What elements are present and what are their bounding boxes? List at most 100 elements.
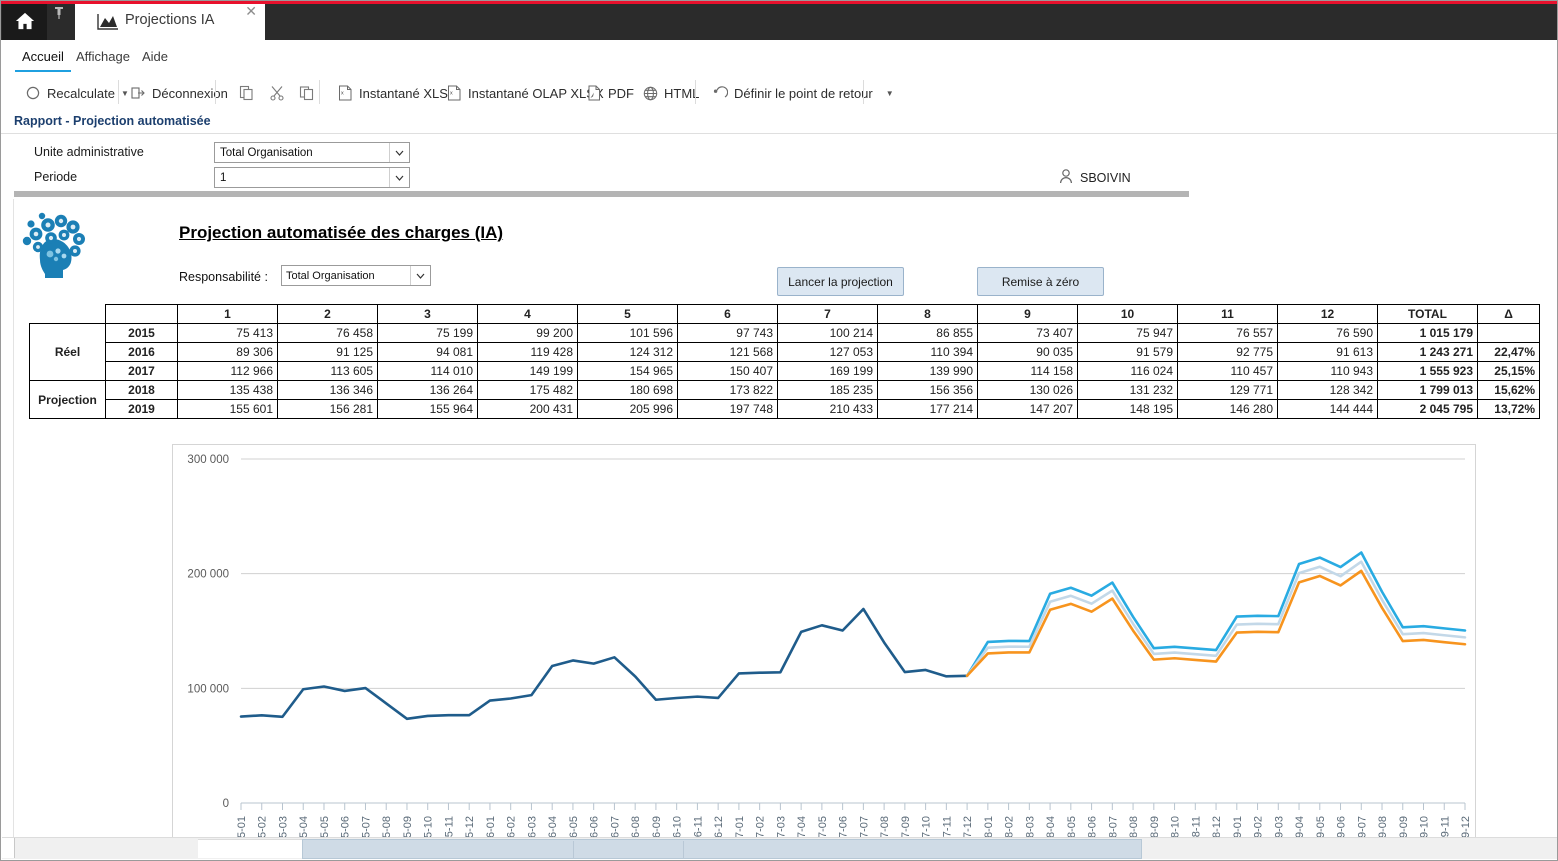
x-axis-label: 2016-07 [609,816,621,839]
col-header-total: TOTAL [1377,304,1478,324]
ai-brain-logo [15,208,97,280]
x-axis-label: 2019-04 [1294,816,1306,839]
ribbon-menu-bar: Accueil Affichage Aide [1,40,1557,74]
menu-affichage[interactable]: Affichage [69,45,137,70]
document-tab[interactable]: Projections IA ✕ [75,2,265,40]
cell-2016-m2: 91 125 [277,342,378,362]
user-indicator[interactable]: SBOIVIN [1059,169,1131,187]
x-axis-label: 2015-05 [319,816,331,839]
col-header-5: 5 [577,304,678,324]
cell-2018-total: 1 799 013 [1377,380,1478,400]
chart-canvas: 0 100 000 200 000 300 000 2015-01 2015-02 2015… [187,454,1472,839]
x-axis-label: 2019-01 [1232,816,1244,839]
x-axis-label: 2018-01 [983,816,995,839]
x-axis-label: 2019-08 [1377,816,1389,839]
refresh-circle-icon [25,85,41,101]
application-window: Projections IA ✕ Accueil Affichage Aide … [0,0,1558,861]
y-axis-label: 100 000 [187,683,229,695]
responsabilite-value: Total Organisation [286,269,375,282]
chevron-down-icon[interactable] [389,143,409,162]
cell-2018-m11: 129 771 [1177,380,1278,400]
cell-2018-m6: 173 822 [677,380,778,400]
scrollbar-track-left[interactable] [198,839,302,858]
panel-divider [14,191,1189,197]
x-axis-label: 2017-01 [734,816,746,839]
pin-icon[interactable] [51,5,67,21]
chevron-down-icon[interactable] [389,168,409,187]
x-axis-label: 2018-06 [1087,816,1099,839]
cell-2018-delta: 15,62% [1477,380,1540,400]
x-axis-label: 2018-11 [1190,816,1202,839]
cell-2016-delta: 22,47% [1477,342,1540,362]
x-axis-label: 2016-06 [589,816,601,839]
cell-2017-m8: 139 990 [877,361,978,381]
cell-2015-m7: 100 214 [777,323,878,343]
col-header-δ: Δ [1477,304,1540,324]
x-axis-label: 2017-09 [900,816,912,839]
copy-button[interactable] [287,77,327,109]
globe-icon [642,85,658,101]
close-icon[interactable]: ✕ [245,4,257,18]
user-name: SBOIVIN [1080,171,1131,185]
home-button[interactable] [2,2,47,40]
unite-administrative-select[interactable]: Total Organisation [214,142,410,163]
col-header-8: 8 [877,304,978,324]
x-axis-label: 2018-09 [1149,816,1161,839]
definir-point-retour-label: Définir le point de retour [734,85,873,101]
unite-administrative-value: Total Organisation [220,146,313,159]
col-header-6: 6 [677,304,778,324]
report-header-bar: Rapport - Projection automatisée [1,111,1557,133]
lancer-projection-button[interactable]: Lancer la projection [777,267,904,296]
row-year: 2019 [105,399,178,419]
cell-2019-m12: 144 444 [1277,399,1378,419]
x-axis-label: 2018-12 [1211,816,1223,839]
pdf-button[interactable]: PDF [579,77,641,109]
table-head: 1 2 3 4 5 6 7 8 9 10 11 12 TOTAL Δ [30,304,1540,324]
copy-icon [299,85,315,101]
definir-point-retour-button[interactable]: Définir le point de retour ▼ [705,77,901,109]
x-axis-label: 2018-04 [1045,816,1057,839]
menu-aide[interactable]: Aide [135,45,175,70]
cell-2015-m8: 86 855 [877,323,978,343]
row-year: 2018 [105,380,178,400]
x-axis-label: 2017-08 [879,816,891,839]
col-header-12: 12 [1277,304,1378,324]
x-axis-label: 2019-06 [1336,816,1348,839]
home-icon [15,12,34,30]
cell-2018-m12: 128 342 [1277,380,1378,400]
scrollbar-thumb[interactable] [302,839,1142,859]
periode-label: Periode [34,170,78,184]
cell-2017-m3: 114 010 [377,361,478,381]
table-row: Réel 2015 75 413 76 458 75 199 99 200 101 596 9… [29,323,1540,381]
x-axis-label: 2016-01 [485,816,497,839]
content-left-gutter [2,199,14,839]
table-corner-cell [30,305,106,324]
row-year: 2017 [105,361,178,381]
periode-select[interactable]: 1 [214,167,410,188]
table-year-header [105,304,178,324]
scrollbar-left-cap [2,838,15,858]
responsabilite-select[interactable]: Total Organisation [281,265,431,286]
cell-2019-m9: 147 207 [977,399,1078,419]
x-axis-label: 2017-02 [755,816,767,839]
deconnexion-button[interactable]: Déconnexion [123,77,235,109]
cell-2019-m2: 156 281 [277,399,378,419]
pin-glyph [55,7,63,19]
cell-2019-m7: 210 433 [777,399,878,419]
x-axis-label: 2015-11 [443,816,455,839]
chevron-down-icon-2[interactable]: ▼ [886,89,894,98]
cell-2016-total: 1 243 271 [1377,342,1478,362]
cell-2016-m4: 119 428 [477,342,578,362]
cell-2017-m9: 114 158 [977,361,1078,381]
x-axis-label: 2017-07 [858,816,870,839]
scissors-icon [269,85,285,101]
remise-a-zero-button[interactable]: Remise à zéro [977,267,1104,296]
cell-2016-m6: 121 568 [677,342,778,362]
menu-accueil[interactable]: Accueil [15,45,71,72]
cell-2015-delta [1477,323,1540,343]
cell-2017-delta: 25,15% [1477,361,1540,381]
horizontal-scrollbar[interactable] [2,837,1557,859]
report-breadcrumb: Rapport - Projection automatisée [14,114,211,128]
chevron-down-icon[interactable] [410,266,430,285]
x-axis-label: 2015-10 [423,816,435,839]
